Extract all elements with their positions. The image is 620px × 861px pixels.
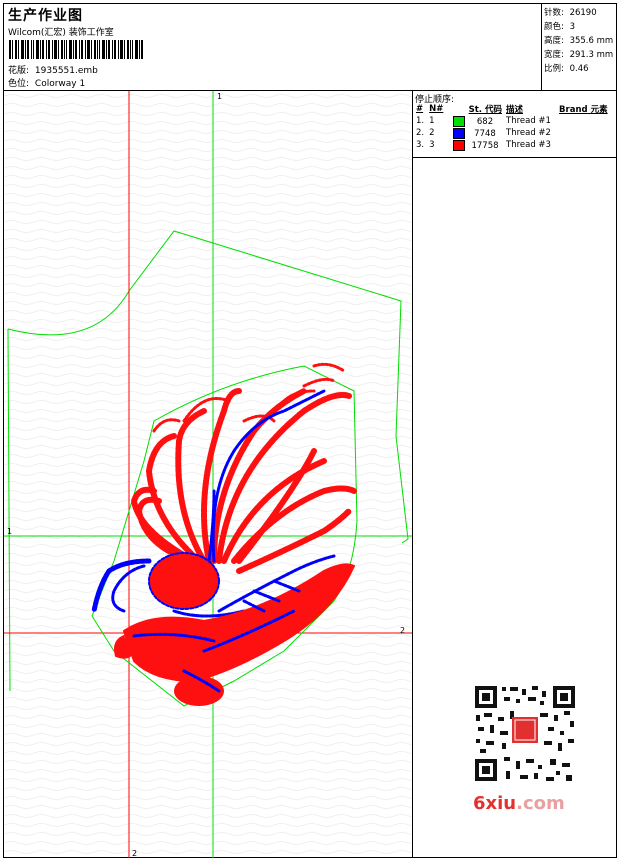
row-index: 3. [416,140,425,150]
height-value: 355.6 mm [569,36,614,46]
barcode [9,40,143,59]
row-desc: Thread #3 [506,140,551,150]
company-name: Wilcom(汇宏) 装饰工作室 [8,28,114,38]
thread-table: # N# St. 代码 描述 Brand 元素 1. 1 682 Thread … [414,103,614,151]
thread-panel: 停止顺序: # N# St. 代码 描述 Brand 元素 1. 1 682 T… [413,91,616,858]
color-swatch [453,115,466,127]
row-stitches-cell: 682 [447,115,504,127]
color-swatch [453,139,466,151]
col-needle: N# [429,104,444,114]
col-code-label: 代码 [484,105,502,115]
row-stitches: 17758 [471,140,499,151]
watermark-logo: 6xiu.com [473,793,565,814]
thread-table-header: # N# St. 代码 描述 Brand 元素 [414,103,614,115]
page-title: 生产作业图 [8,8,83,24]
colorway-row: 色位: Colorway 1 [8,76,85,89]
header-block: 生产作业图 Wilcom(汇宏) 装饰工作室 花版: 1935551.emb 色… [4,4,616,91]
panel-divider [413,157,616,158]
design-value: 1935551.emb [34,66,98,76]
table-row: 2. 2 7748 Thread #2 [414,127,614,139]
production-sheet: 生产作业图 Wilcom(汇宏) 装饰工作室 花版: 1935551.emb 色… [3,3,617,858]
row-stitches-cell: 7748 [447,127,504,139]
colorway-label: 色位: [8,79,30,89]
stitch-count-row: 针数: 26190 [544,6,597,18]
row-desc: Thread #1 [506,116,551,126]
design-label: 花版: [8,66,30,76]
stitch-count-value: 26190 [569,8,597,18]
row-desc: Thread #2 [506,128,551,138]
color-count-row: 颜色: 3 [544,20,575,32]
design-stats: 针数: 26190 颜色: 3 高度: 355.6 mm 宽度: 291.3 m… [542,4,616,90]
col-stitches: St. 代码 [447,103,504,115]
colorway-value: Colorway 1 [34,79,86,89]
qr-center-logo [512,717,538,743]
design-preview: 1 1 2 2 [4,91,413,858]
col-stitches-label: St. [468,105,483,115]
row-needle: 1 [429,116,435,126]
marker-top: 1 [217,92,222,101]
scale-label: 比例: [544,64,564,74]
row-index: 1. [416,116,425,126]
scale-row: 比例: 0.46 [544,62,589,74]
row-brand [557,127,614,139]
color-count-label: 颜色: [544,22,564,32]
color-swatch [453,127,466,139]
marker-bottom: 2 [132,849,137,858]
embroidery-drawing: 1 1 2 2 [4,91,412,858]
col-desc: 描述 [506,105,524,115]
watermark-text-b: .com [516,793,565,814]
col-brand-label: Brand [559,105,588,115]
height-label: 高度: [544,36,564,46]
row-stitches: 682 [476,116,494,127]
table-row: 1. 1 682 Thread #1 [414,115,614,127]
marker-left: 1 [7,527,12,536]
row-brand [557,139,614,151]
width-label: 宽度: [544,50,564,60]
watermark-text-a: 6xiu [473,793,517,814]
row-needle: 3 [429,140,435,150]
height-row: 高度: 355.6 mm [544,34,613,46]
row-stitches: 7748 [474,128,496,139]
col-index: # [416,104,424,114]
scale-value: 0.46 [569,64,589,74]
stitch-count-label: 针数: [544,8,564,18]
table-row: 3. 3 17758 Thread #3 [414,139,614,151]
width-row: 宽度: 291.3 mm [544,48,613,60]
qr-code [470,681,580,786]
row-index: 2. [416,128,425,138]
width-value: 291.3 mm [569,50,614,60]
color-count-value: 3 [569,22,575,32]
design-name-row: 花版: 1935551.emb [8,63,98,76]
col-element-label: 元素 [590,105,608,115]
header-info: 生产作业图 Wilcom(汇宏) 装饰工作室 花版: 1935551.emb 色… [4,4,542,90]
marker-right: 2 [400,626,405,635]
col-brand: Brand 元素 [557,103,614,115]
row-brand [557,115,614,127]
row-needle: 2 [429,128,435,138]
row-stitches-cell: 17758 [447,139,504,151]
